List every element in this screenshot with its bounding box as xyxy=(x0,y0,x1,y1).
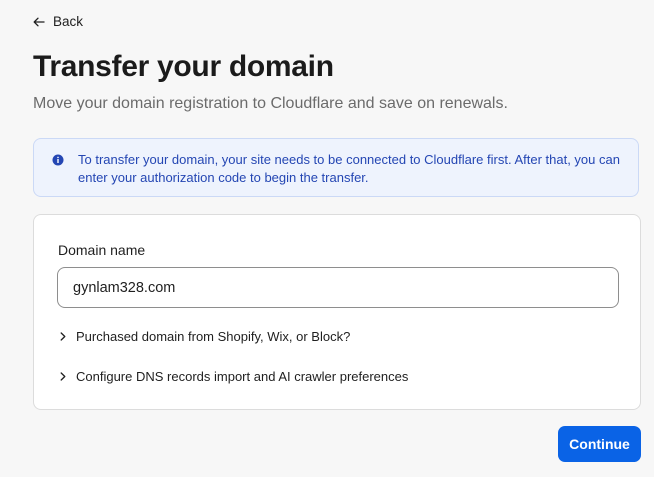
back-link-label: Back xyxy=(53,14,84,29)
info-icon xyxy=(52,153,64,166)
back-link[interactable]: Back xyxy=(33,14,83,29)
page-title: Transfer your domain xyxy=(33,50,334,83)
domain-name-input[interactable] xyxy=(57,267,619,308)
dns-expander-label: Configure DNS records import and AI craw… xyxy=(76,369,409,384)
info-banner: To transfer your domain, your site needs… xyxy=(33,138,639,197)
domain-name-label: Domain name xyxy=(58,242,146,258)
transfer-domain-page: Back Transfer your domain Move your doma… xyxy=(0,0,654,477)
chevron-right-icon xyxy=(60,372,66,381)
arrow-left-icon xyxy=(33,17,45,27)
shopify-wix-block-expander[interactable]: Purchased domain from Shopify, Wix, or B… xyxy=(60,329,350,344)
info-banner-text: To transfer your domain, your site needs… xyxy=(78,152,620,185)
page-subtitle: Move your domain registration to Cloudfl… xyxy=(33,95,508,112)
dns-ai-crawler-expander[interactable]: Configure DNS records import and AI craw… xyxy=(60,369,408,384)
shopify-expander-label: Purchased domain from Shopify, Wix, or B… xyxy=(76,329,351,344)
continue-button[interactable]: Continue xyxy=(558,426,641,462)
chevron-right-icon xyxy=(60,332,66,341)
domain-form-card: Domain name Purchased domain from Shopif… xyxy=(33,214,641,410)
